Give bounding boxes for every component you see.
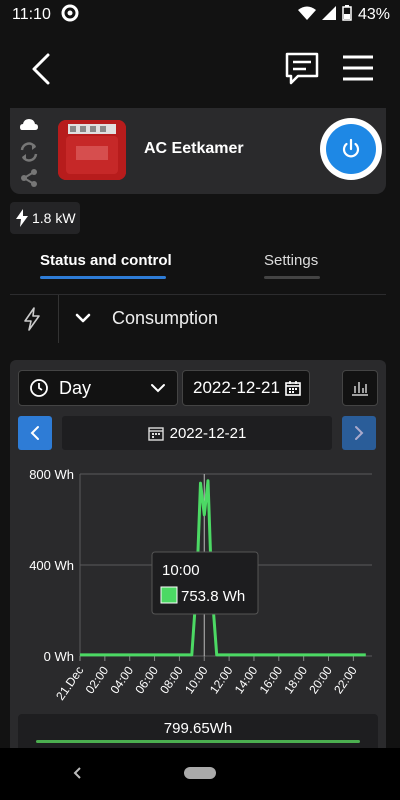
x-tick-label: 06:00 [132, 663, 161, 696]
y-tick-label: 0 Wh [44, 649, 74, 664]
system-home-pill[interactable] [184, 767, 216, 779]
current-date-label: 2022-12-21 [169, 424, 247, 442]
power-reading: 1.8 kW [32, 210, 76, 226]
calendar-icon [281, 380, 301, 401]
consumption-panel: Day 2022-12-21 2022-12-21 800 Wh 400 Wh 0 … [10, 360, 386, 748]
chart-tooltip: 10:00 753.8 Wh [151, 551, 259, 615]
signal-icon [321, 5, 336, 25]
battery-icon [342, 4, 352, 26]
x-tick-label: 14:00 [232, 663, 261, 696]
battery-percent: 43% [357, 6, 390, 23]
system-navigation-bar [0, 748, 400, 800]
tab-indicator-active [40, 276, 166, 279]
consumption-chart[interactable]: 800 Wh 400 Wh 0 Wh 21.Dec02:0004:0006:0008… [10, 452, 386, 744]
x-tick-label: 21.Dec [53, 664, 86, 703]
chevron-down-icon [74, 309, 92, 332]
x-tick-label: 10:00 [182, 663, 211, 696]
app-notification-icon [61, 4, 79, 27]
lightning-outline-icon [22, 307, 42, 336]
system-back-icon[interactable] [70, 765, 84, 786]
bar-chart-icon [352, 382, 368, 396]
consumption-header[interactable]: Consumption [10, 294, 386, 343]
date-input[interactable]: 2022-12-21 [182, 370, 310, 406]
tab-indicator-inactive [264, 276, 320, 279]
status-bar: 11:10 43% [0, 0, 400, 30]
period-select[interactable]: Day [18, 370, 178, 406]
y-tick-label: 400 Wh [29, 558, 74, 573]
device-image [58, 120, 126, 180]
status-time: 11:10 [12, 6, 51, 23]
back-arrow-icon [32, 53, 50, 85]
x-tick-label: 20:00 [306, 663, 335, 696]
total-consumption-bar [36, 740, 360, 743]
tooltip-time: 10:00 [162, 562, 200, 579]
device-side-icons [18, 114, 40, 190]
share-icon [21, 169, 37, 187]
menu-button[interactable] [340, 52, 376, 84]
calendar-icon [147, 427, 164, 441]
wifi-icon [297, 6, 316, 25]
chat-icon [285, 52, 319, 85]
lightning-icon [16, 209, 28, 227]
x-tick-label: 02:00 [83, 663, 112, 696]
chevron-down-icon [151, 384, 165, 393]
y-tick-label: 800 Wh [29, 467, 74, 482]
x-tick-label: 22:00 [331, 663, 360, 696]
current-date-display[interactable]: 2022-12-21 [62, 416, 332, 450]
period-value: Day [59, 377, 92, 398]
device-card: AC Eetkamer [10, 108, 386, 194]
device-name: AC Eetkamer [144, 140, 244, 157]
power-icon [342, 138, 360, 158]
cloud-icon [20, 119, 38, 130]
clock-icon [30, 379, 48, 397]
tab-settings[interactable]: Settings [264, 252, 318, 269]
messages-button[interactable] [282, 50, 322, 88]
date-input-value: 2022-12-21 [193, 378, 280, 397]
tab-bar: Status and control Settings [0, 248, 400, 288]
tooltip-value: 753.8 Wh [181, 588, 245, 605]
divider [58, 295, 59, 343]
x-tick-label: 04:00 [107, 663, 136, 696]
power-toggle-button[interactable] [320, 118, 382, 180]
total-consumption-box: 799.65Wh [18, 714, 378, 748]
x-tick-label: 18:00 [281, 663, 310, 696]
next-day-button[interactable] [342, 416, 376, 450]
x-tick-label: 12:00 [207, 663, 236, 696]
consumption-title: Consumption [112, 308, 219, 328]
back-button[interactable] [26, 52, 58, 86]
tooltip-series-swatch [160, 586, 178, 604]
x-tick-label: 16:00 [257, 663, 286, 696]
power-reading-chip: 1.8 kW [10, 202, 80, 234]
sync-icon [20, 142, 38, 162]
app-bar [0, 30, 400, 108]
content-scroll[interactable]: AC Eetkamer 1.8 kW Status and control Se… [0, 108, 400, 748]
total-consumption-value: 799.65Wh [163, 720, 233, 737]
tab-status-control[interactable]: Status and control [40, 252, 172, 269]
chevron-left-icon [30, 426, 39, 440]
hamburger-menu-icon [343, 55, 373, 81]
previous-day-button[interactable] [18, 416, 52, 450]
chevron-right-icon [355, 426, 364, 440]
chart-type-button[interactable] [342, 370, 378, 406]
x-tick-label: 08:00 [157, 663, 186, 696]
